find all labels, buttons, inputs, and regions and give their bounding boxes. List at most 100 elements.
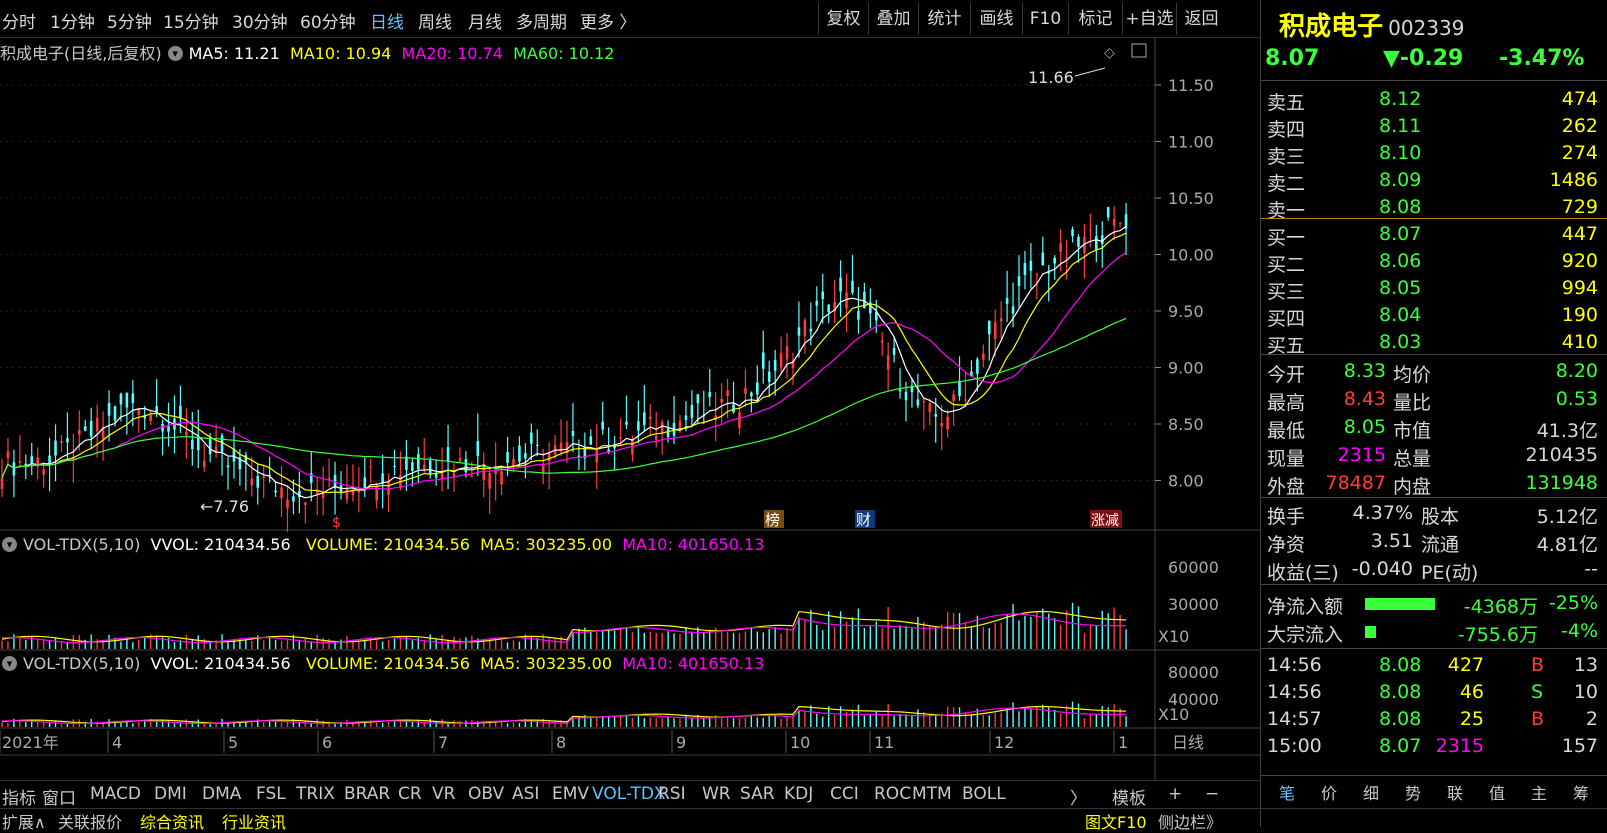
indicator-tab[interactable]: KDJ xyxy=(784,784,813,804)
side-tab[interactable]: 联 xyxy=(1447,780,1463,804)
indicator-tab[interactable]: 模板 xyxy=(1112,784,1146,809)
vol-info-line-2: ▾ VOL-TDX(5,10) VVOL: 210434.56 VOLUME: 2… xyxy=(0,654,764,676)
toolbar-button[interactable]: 标记 xyxy=(1068,3,1122,35)
indicator-tab[interactable]: WR xyxy=(702,784,731,804)
toolbar-button[interactable]: 叠加 xyxy=(868,3,918,35)
side-tab[interactable]: 笔 xyxy=(1279,780,1295,804)
high-arrow xyxy=(1074,67,1106,77)
sidebar-link[interactable]: 侧边栏》 xyxy=(1158,809,1222,833)
indicator-tab[interactable]: 窗口 xyxy=(42,784,76,809)
toolbar-button[interactable]: F10 xyxy=(1022,3,1068,35)
book-volume: 190 xyxy=(1561,304,1598,326)
indicator-tab[interactable]: VR xyxy=(432,784,455,804)
side-tab[interactable]: 筹 xyxy=(1573,780,1589,804)
indicator-tab[interactable]: MTM xyxy=(912,784,952,804)
period-tab[interactable]: 月线 xyxy=(468,8,502,33)
candle-body xyxy=(839,277,842,292)
candle-body xyxy=(286,499,289,509)
chevron-down-icon[interactable]: ▾ xyxy=(2,537,17,552)
tick-count: 10 xyxy=(1573,681,1598,703)
period-tab[interactable]: 30分钟 xyxy=(232,8,288,33)
tick-row: 14:56 8.08 427 B 13 xyxy=(1261,652,1607,680)
candle-body xyxy=(797,327,801,336)
indicator-tab[interactable]: EMV xyxy=(552,784,589,804)
period-tab[interactable]: 更多 〉 xyxy=(580,8,636,33)
toolbar-button[interactable]: 返回 xyxy=(1176,3,1226,35)
price-axis-label: 9.00 xyxy=(1168,359,1204,378)
toolbar-button[interactable]: 画线 xyxy=(970,3,1022,35)
candle-body xyxy=(601,421,604,430)
period-tab[interactable]: 多周期 xyxy=(516,8,567,33)
side-tab[interactable]: 主 xyxy=(1531,780,1547,804)
indicator-tab[interactable]: 指标 xyxy=(2,784,36,809)
side-tab[interactable]: 细 xyxy=(1363,780,1379,804)
add-button[interactable]: + xyxy=(1168,784,1182,804)
toolbar-button[interactable]: 统计 xyxy=(918,3,970,35)
indicator-tab[interactable]: 〉 xyxy=(1070,784,1087,809)
candle-body xyxy=(262,476,265,478)
candle-body xyxy=(89,421,93,437)
toolbar-button[interactable]: 复权 xyxy=(818,3,868,35)
chevron-down-icon[interactable]: ▾ xyxy=(2,656,17,671)
indicator-tab[interactable]: TRIX xyxy=(296,784,335,804)
high-marker: 11.66 xyxy=(1028,68,1074,87)
status-tab[interactable]: 行业资讯 xyxy=(222,809,286,833)
period-tab[interactable]: 分时 xyxy=(2,8,36,33)
period-tab[interactable]: 5分钟 xyxy=(107,8,152,33)
candle-body xyxy=(1089,229,1092,231)
order-book-row: 买一 8.07 447 xyxy=(1261,221,1607,249)
indicator-tab[interactable]: DMI xyxy=(154,784,187,804)
indicator-tab[interactable]: CR xyxy=(398,784,422,804)
f10-link[interactable]: 图文F10 xyxy=(1085,809,1147,833)
indicator-tab[interactable]: OBV xyxy=(468,784,504,804)
candle-body xyxy=(756,382,759,395)
indicator-tab[interactable]: RSI xyxy=(658,784,686,804)
indicator-tab[interactable]: SAR xyxy=(740,784,775,804)
candle-body xyxy=(1029,260,1033,271)
candle-body xyxy=(280,487,283,499)
fund-label: 换手 xyxy=(1267,506,1306,528)
status-tab[interactable]: 关联报价 xyxy=(58,809,122,833)
side-tab[interactable]: 价 xyxy=(1321,780,1337,804)
toolbar-button[interactable]: +自选 xyxy=(1122,3,1176,35)
indicator-tab[interactable]: ASI xyxy=(512,784,539,804)
indicator-tab[interactable]: ROC xyxy=(874,784,911,804)
flow-label: 大宗流入 xyxy=(1267,624,1344,646)
indicator-tab[interactable]: BOLL xyxy=(962,784,1006,804)
book-price: 8.12 xyxy=(1379,88,1422,110)
diamond-icon[interactable]: ◇ xyxy=(1104,45,1115,61)
indicator-tab[interactable]: MACD xyxy=(90,784,141,804)
candle-body xyxy=(304,502,307,505)
indicator-tab[interactable]: VOL-TDX xyxy=(592,784,666,804)
period-tab[interactable]: 60分钟 xyxy=(300,8,356,33)
order-book-row: 卖二 8.09 1486 xyxy=(1261,167,1607,195)
indicator-tab[interactable]: DMA xyxy=(202,784,241,804)
candle-body xyxy=(12,462,16,476)
period-tab[interactable]: 15分钟 xyxy=(163,8,219,33)
candle-body xyxy=(30,456,34,464)
indicator-tab[interactable]: BRAR xyxy=(344,784,390,804)
period-tab[interactable]: 周线 xyxy=(418,8,452,33)
indicator-tab[interactable]: FSL xyxy=(256,784,286,804)
remove-button[interactable]: − xyxy=(1205,784,1219,804)
price-axis-label: 11.00 xyxy=(1168,133,1214,152)
status-tab[interactable]: 综合资讯 xyxy=(140,809,204,833)
period-tab[interactable]: 日线 xyxy=(370,8,404,33)
indicator-tab[interactable]: CCI xyxy=(830,784,859,804)
last-price: 8.07 xyxy=(1265,46,1320,71)
vol-ma5-line xyxy=(1,705,1127,724)
status-tab[interactable]: 扩展∧ xyxy=(2,809,46,833)
side-tab[interactable]: 值 xyxy=(1489,780,1505,804)
order-book-row: 卖四 8.11 262 xyxy=(1261,113,1607,141)
stat-label: 最低 xyxy=(1267,420,1306,442)
date-axis-label: 10 xyxy=(790,733,810,752)
vol-name: VOL-TDX(5,10) xyxy=(23,535,141,554)
period-tab[interactable]: 1分钟 xyxy=(50,8,95,33)
candle-body xyxy=(95,417,99,432)
panel-toggle-icon[interactable] xyxy=(1131,43,1147,58)
candle-body xyxy=(18,461,22,463)
stat-value: 8.05 xyxy=(1343,416,1386,438)
side-tab[interactable]: 势 xyxy=(1405,780,1421,804)
candle-body xyxy=(803,320,807,337)
stat-label: 现量 xyxy=(1267,448,1306,470)
